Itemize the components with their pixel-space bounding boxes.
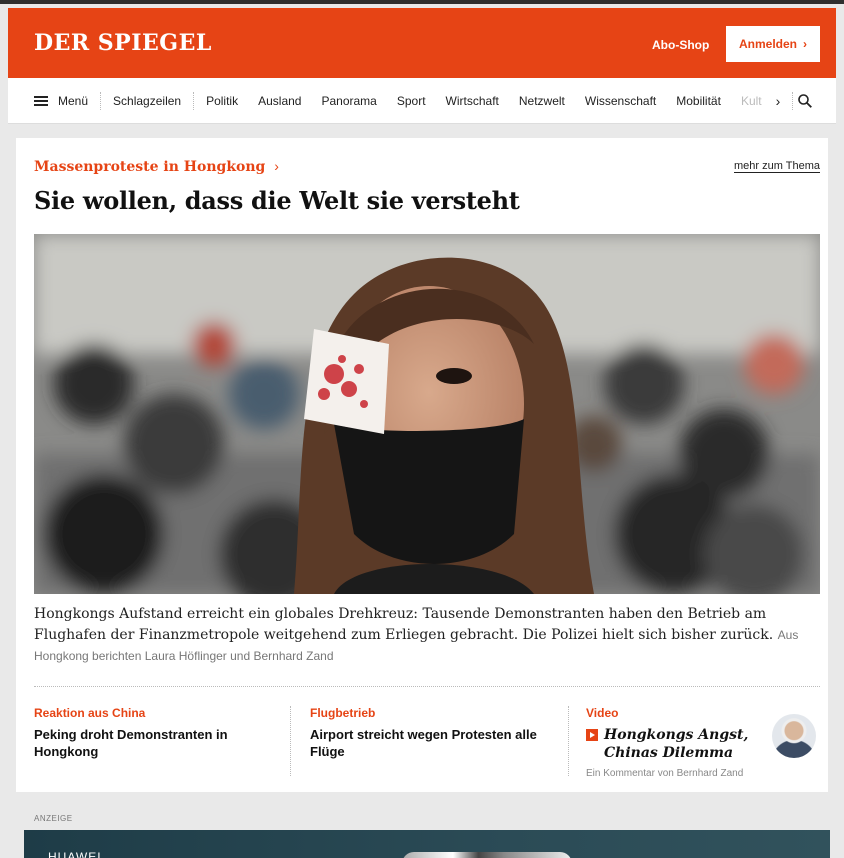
related-article-1[interactable]: Reaktion aus China Peking droht Demonstr… xyxy=(34,706,284,760)
site-logo[interactable]: DER SPIEGEL xyxy=(34,30,212,56)
column-divider xyxy=(290,706,291,776)
kicker-text: Massenproteste in Hongkong xyxy=(34,159,266,175)
play-icon xyxy=(586,729,598,741)
video-label: Video xyxy=(586,706,619,720)
related-title: Peking droht Demonstranten in Hongkong xyxy=(34,727,228,759)
kicker-chevron-icon: › xyxy=(274,158,279,174)
browser-viewport: DER SPIEGEL Abo-Shop Anmelden › Menü Sch… xyxy=(0,0,844,858)
nav-item-mobilitaet[interactable]: Mobilität xyxy=(676,94,721,108)
article-hero-image[interactable] xyxy=(34,234,820,594)
nav-item-wissenschaft[interactable]: Wissenschaft xyxy=(585,94,656,108)
nav-item-politik[interactable]: Politik xyxy=(206,94,238,108)
nav-item-schlagzeilen[interactable]: Schlagzeilen xyxy=(113,94,181,108)
site-header: DER SPIEGEL Abo-Shop Anmelden › xyxy=(8,8,836,78)
column-divider xyxy=(568,706,569,776)
section-divider xyxy=(34,686,820,687)
article-headline[interactable]: Sie wollen, dass die Welt sie versteht xyxy=(34,186,520,215)
hamburger-menu-icon[interactable] xyxy=(34,96,48,106)
video-title-text: Hongkongs Angst, Chinas Dilemma xyxy=(604,727,749,761)
mehr-zum-thema-link[interactable]: mehr zum Thema xyxy=(734,160,820,173)
nav-item-ausland[interactable]: Ausland xyxy=(258,94,301,108)
protester-photo xyxy=(34,234,820,594)
nav-item-sport[interactable]: Sport xyxy=(397,94,426,108)
author-avatar[interactable] xyxy=(772,714,816,758)
chevron-right-icon: › xyxy=(803,37,807,51)
article-kicker[interactable]: Massenproteste in Hongkong › xyxy=(34,158,279,175)
nav-divider xyxy=(193,92,195,110)
anmelden-button[interactable]: Anmelden › xyxy=(726,26,820,62)
related-label: Flugbetrieb xyxy=(310,706,376,720)
related-label: Reaktion aus China xyxy=(34,706,146,720)
nav-item-panorama[interactable]: Panorama xyxy=(321,94,376,108)
related-title: Airport streicht wegen Protesten alle Fl… xyxy=(310,727,537,759)
ad-label: ANZEIGE xyxy=(34,814,73,823)
menu-button[interactable]: Menü xyxy=(58,94,88,108)
anmelden-label: Anmelden xyxy=(738,37,797,51)
nav-item-kultur-faded[interactable]: Kult xyxy=(741,94,762,108)
search-icon[interactable] xyxy=(798,94,812,108)
lead-article-card: Massenproteste in Hongkong › mehr zum Th… xyxy=(16,138,828,792)
nav-divider xyxy=(792,92,794,110)
nav-item-netzwelt[interactable]: Netzwelt xyxy=(519,94,565,108)
nav-divider xyxy=(100,92,102,110)
article-teaser[interactable]: Hongkongs Aufstand erreicht ein globales… xyxy=(34,604,820,667)
ad-brand-logo: HUAWEI xyxy=(48,850,102,858)
related-article-2[interactable]: Flugbetrieb Airport streicht wegen Prote… xyxy=(310,706,560,760)
ad-product-image xyxy=(402,852,572,858)
teaser-text: Hongkongs Aufstand erreicht ein globales… xyxy=(34,606,774,643)
abo-shop-link[interactable]: Abo-Shop xyxy=(652,38,709,52)
video-title: Hongkongs Angst, Chinas Dilemma xyxy=(586,726,766,762)
advertisement-banner[interactable]: HUAWEI xyxy=(24,830,830,858)
main-navigation: Menü Schlagzeilen Politik Ausland Panora… xyxy=(8,78,836,124)
video-teaser[interactable]: Video Hongkongs Angst, Chinas Dilemma Ei… xyxy=(586,706,766,779)
nav-scroll-right-icon[interactable]: › xyxy=(776,93,781,109)
nav-item-wirtschaft[interactable]: Wirtschaft xyxy=(446,94,499,108)
video-byline: Ein Kommentar von Bernhard Zand xyxy=(586,768,744,779)
